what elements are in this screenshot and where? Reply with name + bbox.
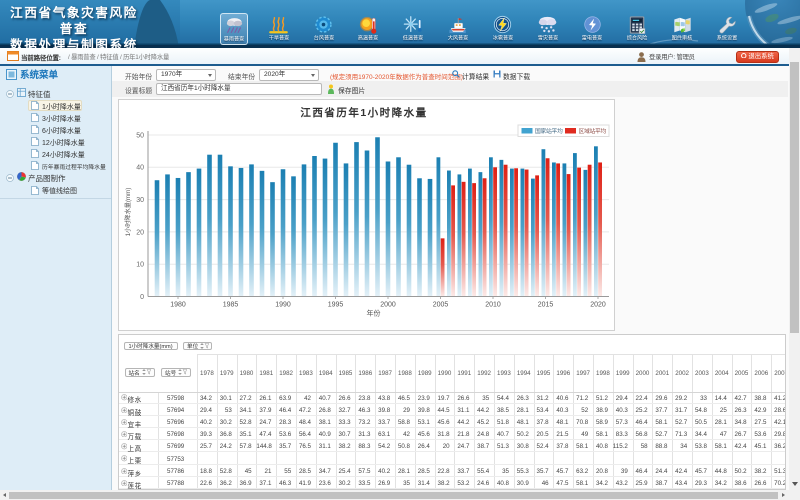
svg-text:1小时降水量(mm): 1小时降水量(mm)	[124, 188, 132, 237]
svg-text:1995: 1995	[328, 302, 344, 309]
svg-text:0: 0	[140, 294, 144, 301]
svg-text:2000: 2000	[380, 302, 396, 309]
svg-text:年份: 年份	[367, 309, 381, 318]
svg-text:10: 10	[136, 262, 144, 269]
svg-text:1980: 1980	[170, 302, 186, 309]
svg-text:江西省历年1小时降水量: 江西省历年1小时降水量	[300, 106, 427, 119]
svg-text:30: 30	[136, 197, 144, 204]
svg-text:2015: 2015	[538, 302, 554, 309]
svg-text:1985: 1985	[223, 302, 239, 309]
svg-text:50: 50	[136, 132, 144, 139]
svg-text:40: 40	[136, 165, 144, 172]
svg-text:区域站平均: 区域站平均	[579, 127, 607, 135]
svg-text:国家站平均: 国家站平均	[535, 127, 563, 135]
svg-text:2020: 2020	[590, 302, 606, 309]
svg-text:20: 20	[136, 229, 144, 236]
svg-text:2005: 2005	[433, 302, 449, 309]
svg-text:2010: 2010	[485, 302, 501, 309]
svg-text:1990: 1990	[275, 302, 291, 309]
